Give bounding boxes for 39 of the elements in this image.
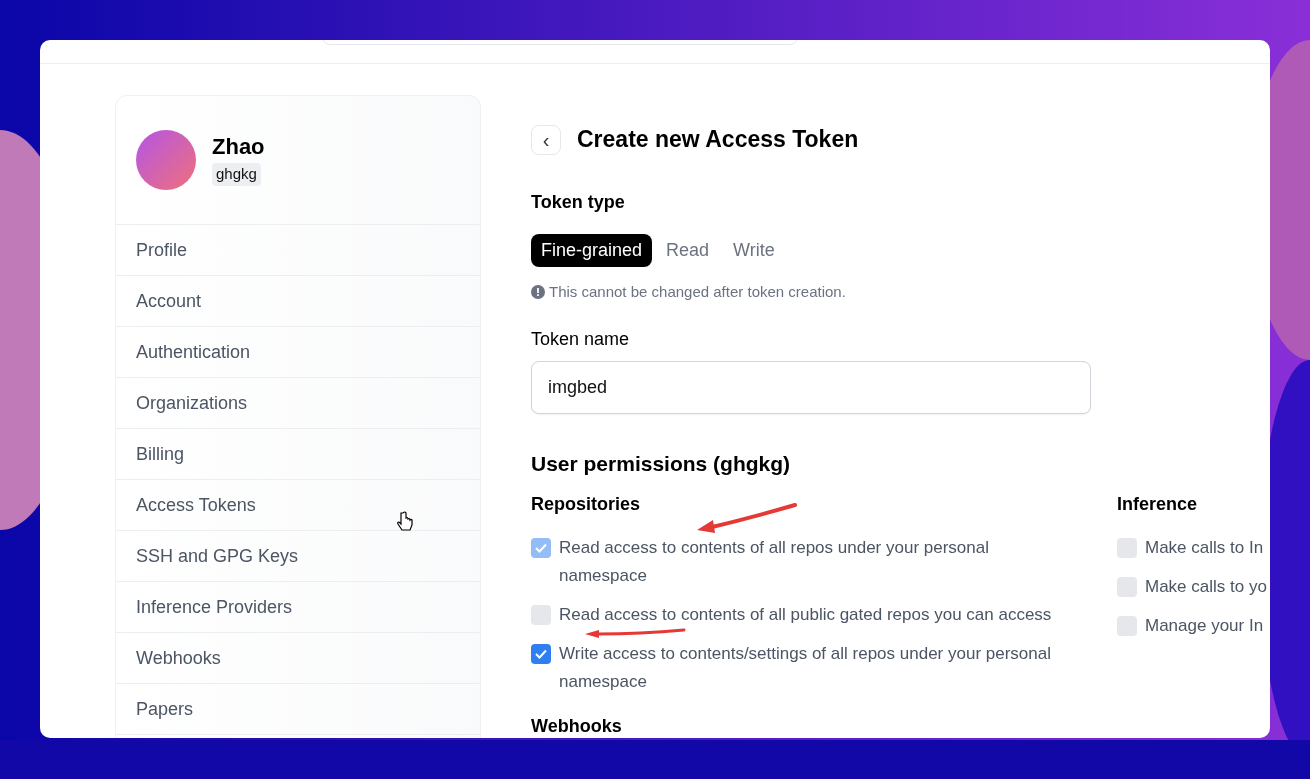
hint-text: This cannot be changed after token creation. (549, 282, 846, 302)
sidebar-item[interactable]: SSH and GPG Keys (116, 531, 480, 582)
check-icon (535, 649, 547, 659)
field-label: Token name (531, 327, 631, 351)
permission-label: Make calls to yo (1145, 576, 1267, 598)
checkbox[interactable] (531, 605, 551, 625)
section-title: Webhooks (531, 715, 623, 738)
avatar (136, 130, 196, 190)
sidebar-item[interactable]: Papers (116, 684, 480, 735)
sidebar-item[interactable]: Webhooks (116, 633, 480, 684)
checkbox[interactable] (1117, 616, 1137, 636)
sidebar-item[interactable]: Organizations (116, 378, 480, 429)
checkbox[interactable] (531, 644, 551, 664)
section-label: Token type (531, 191, 626, 214)
checkbox[interactable] (1117, 538, 1137, 558)
token-type-tab[interactable]: Write (723, 234, 785, 267)
group-title: Inference (1117, 493, 1198, 516)
check-icon (535, 543, 547, 553)
sidebar-item[interactable]: Authentication (116, 327, 480, 378)
sidebar-item[interactable]: Billing (116, 429, 480, 480)
sidebar-item[interactable]: Profile (116, 225, 480, 276)
permission-label: Make calls to In (1145, 537, 1264, 559)
token-name-field[interactable]: imgbed (531, 360, 1091, 414)
permission-label: Write access to contents/settings of all repos under your personal namespace (559, 643, 1052, 693)
group-title: Repositories (531, 493, 641, 516)
permission-label: Manage your In (1145, 615, 1264, 637)
user-name: Zhao (212, 133, 265, 161)
sidebar-item[interactable]: Account (116, 276, 480, 327)
section-title: User permissions (ghgkg) (531, 450, 792, 477)
sidebar-item[interactable]: Inference Providers (116, 582, 480, 633)
permission-label: Read access to contents of all public gated repos you can access (559, 604, 1052, 626)
info-icon (531, 285, 545, 300)
checkbox[interactable] (1117, 577, 1137, 597)
back-button[interactable]: ‹ (531, 125, 561, 155)
token-type-tab[interactable]: Read (656, 234, 720, 267)
token-type-tab[interactable]: Fine-grained (531, 234, 653, 267)
page-title: Create new Access Token (577, 126, 859, 154)
permission-label: Read access to contents of all repos under your personal namespace (559, 537, 990, 587)
username-tag: ghgkg (212, 163, 261, 186)
